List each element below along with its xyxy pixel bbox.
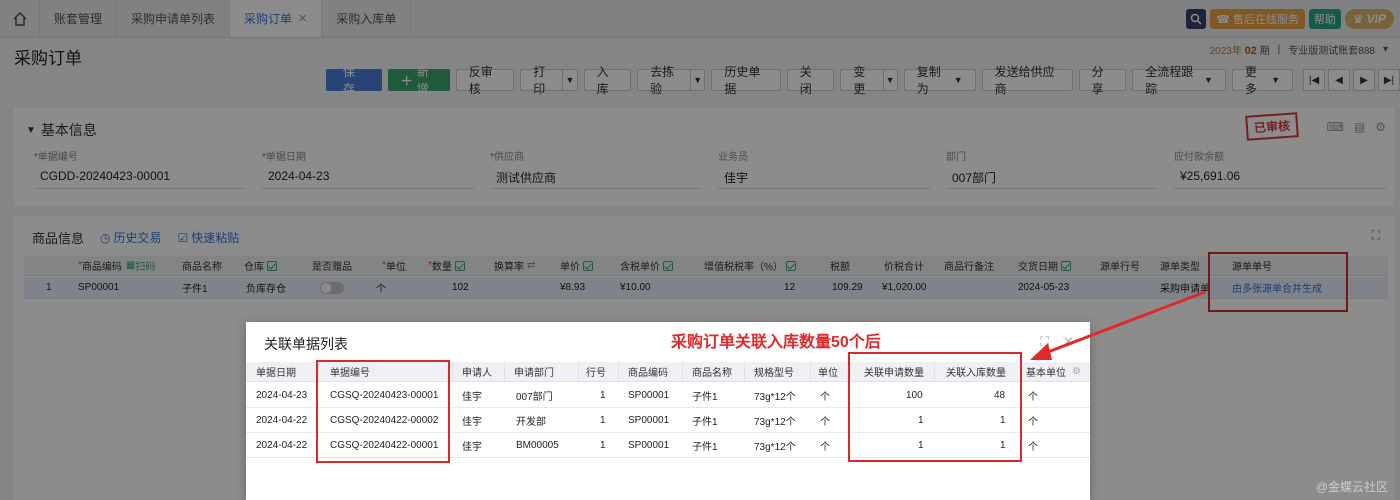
watermark: @金蝶云社区	[1315, 480, 1388, 494]
annotation-arrow	[1030, 290, 1206, 360]
